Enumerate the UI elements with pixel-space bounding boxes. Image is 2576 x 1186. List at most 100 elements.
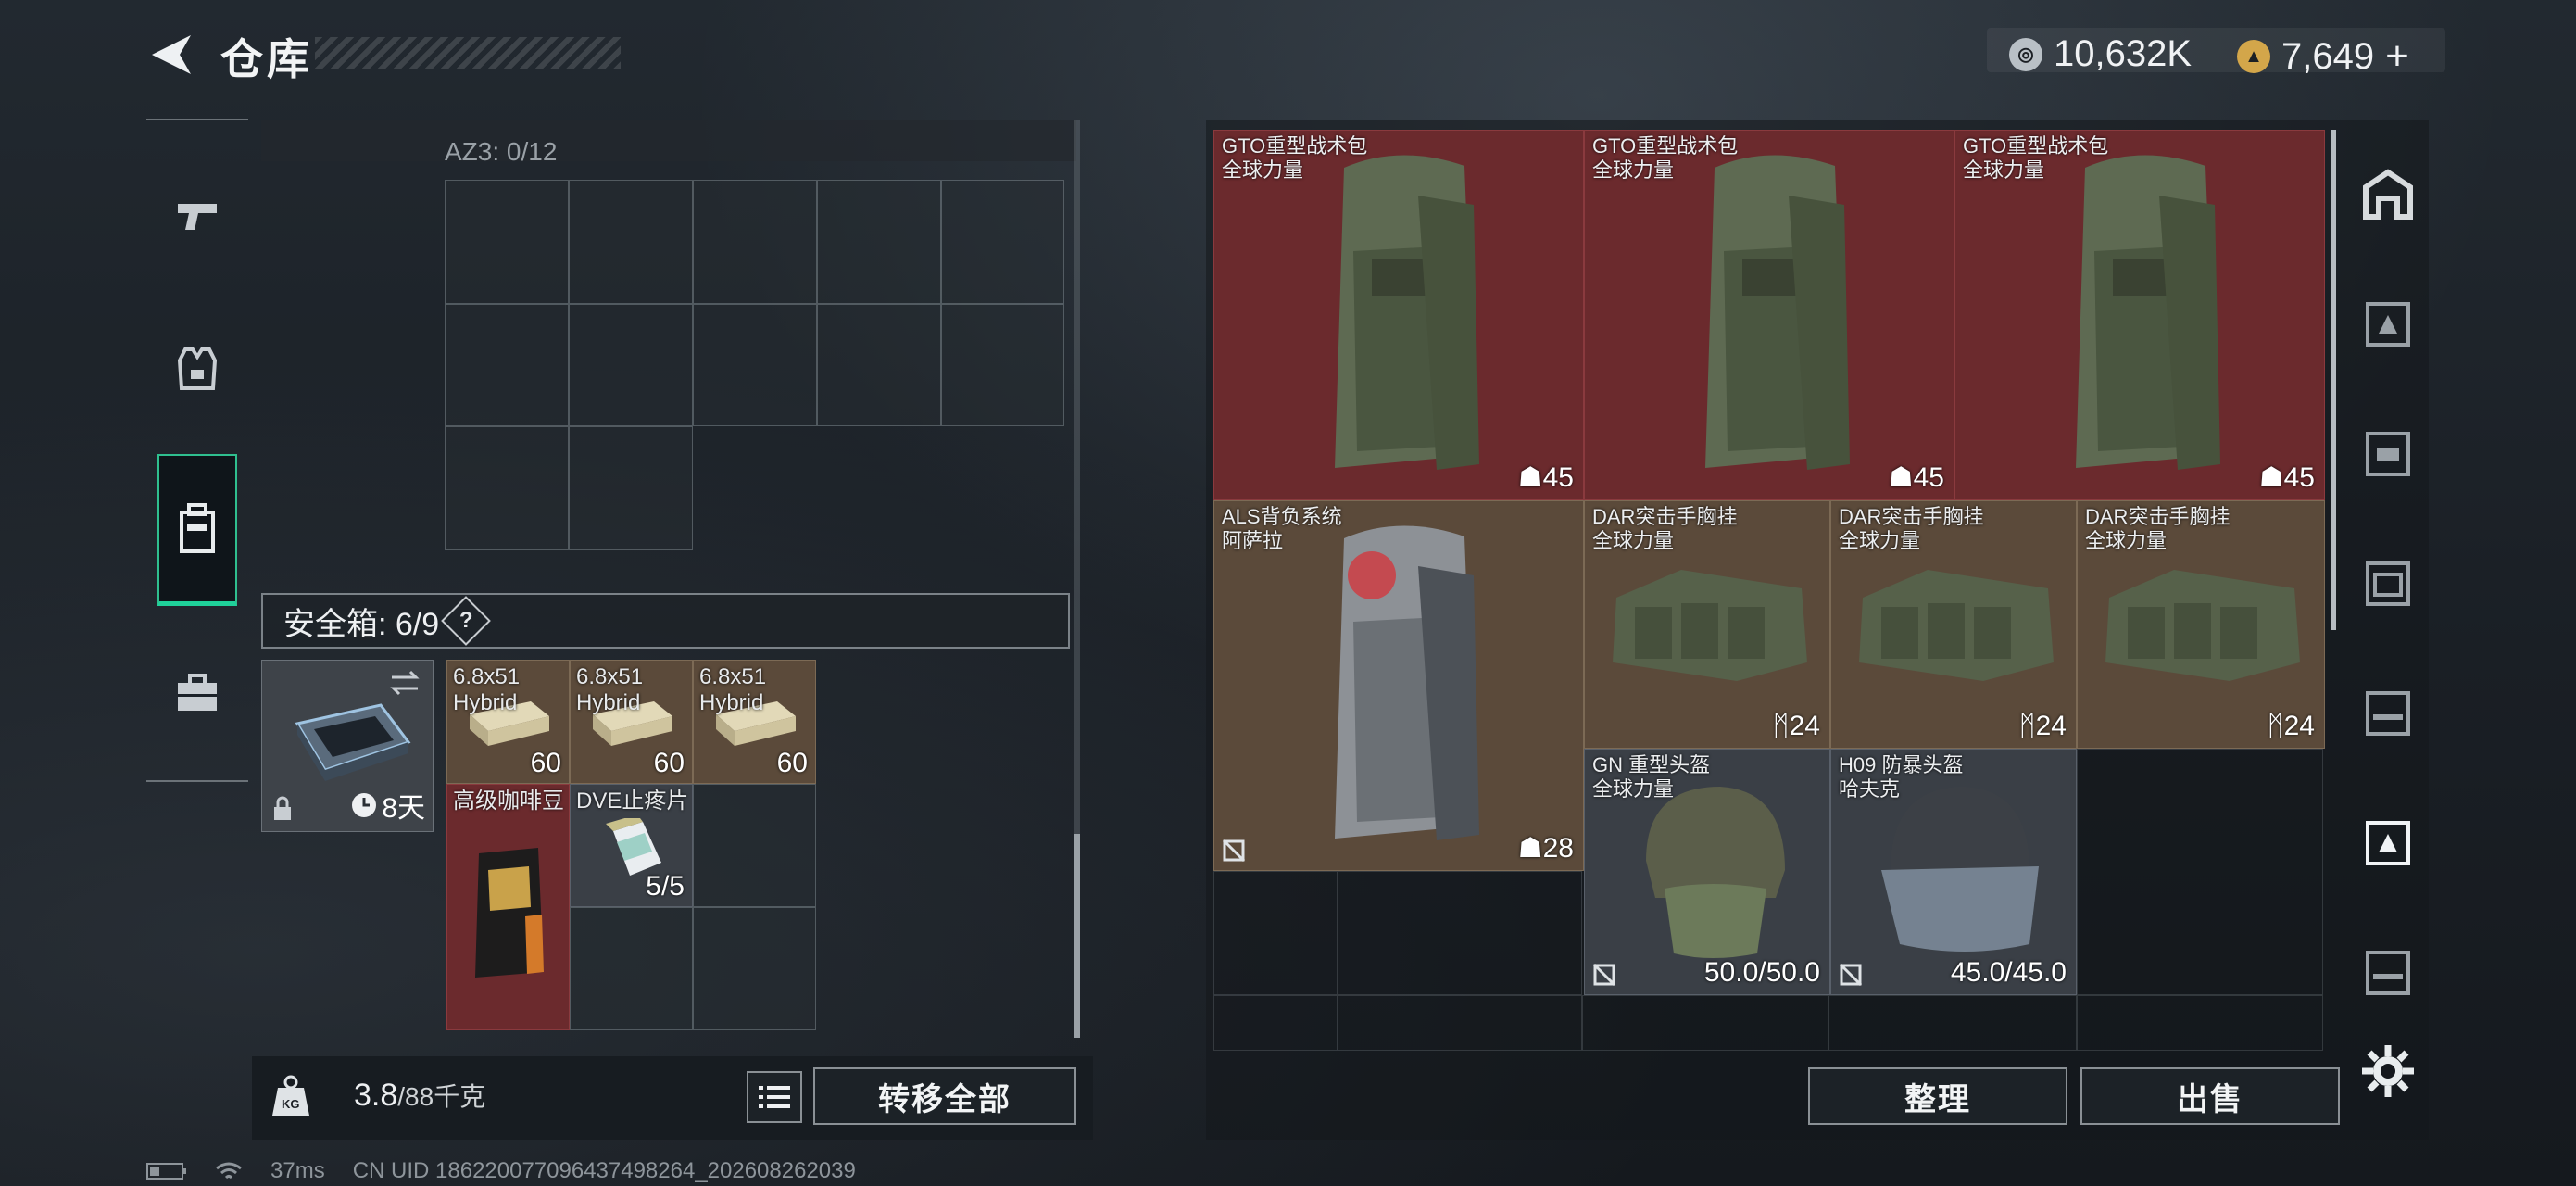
item-capacity: ☗45 (1888, 462, 1944, 493)
no-insure-icon (1839, 963, 1863, 987)
swap-icon[interactable] (388, 670, 421, 696)
helmet-image (1646, 787, 1785, 958)
stash-item-rig[interactable]: DAR突击手胸挂 全球力量 ᛗ24 (1584, 500, 1830, 749)
pistol-icon (178, 204, 217, 230)
transfer-all-button[interactable]: 转移全部 (813, 1067, 1076, 1125)
grid-slot[interactable] (693, 907, 816, 1030)
backpack-image (2076, 155, 2220, 470)
gold-coin-icon: ▲ (2237, 40, 2270, 73)
safe-case[interactable]: 8天 (261, 660, 434, 832)
painkiller-item[interactable]: DVE止疼片 5/5 (570, 784, 693, 907)
weight-icon: KG (272, 1075, 309, 1116)
tab-case[interactable] (146, 637, 248, 749)
scrollbar-thumb[interactable] (1074, 834, 1080, 1038)
help-icon[interactable]: ? (441, 596, 492, 646)
stash-item-backpack[interactable]: GTO重型战术包 全球力量 ☗45 (1584, 130, 1954, 500)
stash-page-1-icon[interactable] (2360, 296, 2416, 352)
vest-icon (177, 347, 218, 390)
item-name: 6.8x51 Hybrid (576, 664, 644, 715)
lock-icon (274, 796, 291, 820)
grid-slot[interactable] (817, 180, 941, 304)
timer-value: 8天 (382, 793, 425, 824)
grid-slot[interactable] (569, 426, 693, 550)
stash-page-3-icon[interactable] (2360, 556, 2416, 612)
page-title: 仓库 (220, 35, 313, 83)
timer: 8天 (350, 785, 425, 826)
organize-button[interactable]: 整理 (1808, 1067, 2067, 1125)
coffee-bag-image (475, 848, 544, 978)
clock-icon (352, 793, 377, 817)
svg-text:KG: KG (282, 1097, 300, 1111)
sell-button[interactable]: 出售 (2080, 1067, 2340, 1125)
ammo-item[interactable]: 6.8x51 Hybrid 60 (446, 660, 570, 784)
grid-slot[interactable] (569, 180, 693, 304)
stash-item-helmet[interactable]: H09 防暴头盔 哈夫克 45.0/45.0 (1830, 749, 2077, 995)
gold-currency[interactable]: ▲ 7,649 + (2237, 33, 2409, 80)
grid-slot[interactable] (445, 304, 569, 426)
item-capacity: ᛗ24 (2267, 711, 2315, 741)
stash-home-icon[interactable] (2360, 167, 2416, 222)
stash-item-backpack[interactable]: GTO重型战术包 全球力量 ☗45 (1954, 130, 2325, 500)
grid-slot[interactable] (570, 907, 693, 1030)
grid-slot[interactable] (693, 304, 817, 426)
gear-icon[interactable] (2360, 1043, 2416, 1099)
item-quantity: 60 (653, 748, 685, 778)
list-view-button[interactable] (747, 1071, 802, 1123)
grid-slot[interactable] (445, 426, 569, 550)
stash-page-5-icon[interactable] (2360, 815, 2416, 871)
back-arrow-icon[interactable] (146, 32, 195, 78)
helmet-image (1881, 787, 2039, 952)
item-name: H09 防暴头盔 哈夫克 (1839, 753, 1964, 801)
battery-icon (146, 1163, 186, 1180)
item-quantity: 5/5 (646, 871, 685, 902)
grid-slot[interactable] (2077, 995, 2323, 1051)
grid-slot[interactable] (817, 304, 941, 426)
ammo-item[interactable]: 6.8x51 Hybrid 60 (570, 660, 693, 784)
grid-slot[interactable] (941, 304, 1064, 426)
grid-slot[interactable] (1828, 995, 2077, 1051)
uid-text: CN UID 18622007709643749826​4_2026082620… (352, 1158, 856, 1183)
grid-slot[interactable] (1582, 995, 1828, 1051)
item-capacity: ☗45 (2258, 462, 2315, 493)
wifi-icon (216, 1162, 242, 1180)
ammo-item[interactable]: 6.8x51 Hybrid 60 (693, 660, 816, 784)
grid-slot[interactable] (693, 180, 817, 304)
stash-item-backpack[interactable]: ALS背负系统 阿萨拉 ☗28 (1213, 500, 1584, 871)
tab-weapons[interactable] (146, 159, 248, 271)
stash-page-6-icon[interactable] (2360, 945, 2416, 1001)
grid-slot[interactable] (2077, 749, 2323, 995)
stash-page-2-icon[interactable] (2360, 426, 2416, 482)
item-name: GTO重型战术包 全球力量 (1222, 134, 1368, 182)
coffee-item[interactable]: 高级咖啡豆 (446, 784, 570, 1030)
grid-slot[interactable] (1338, 871, 1582, 995)
grid-slot[interactable] (1338, 995, 1582, 1051)
tab-armor[interactable] (146, 313, 248, 424)
stash-page-4-icon[interactable] (2360, 686, 2416, 741)
stash-item-helmet[interactable]: GN 重型头盔 全球力量 50.0/50.0 (1584, 749, 1830, 995)
item-name: DAR突击手胸挂 全球力量 (1839, 505, 1984, 552)
grid-slot[interactable] (1213, 871, 1338, 995)
safe-box-label: 安全箱: 6/9 (283, 606, 440, 642)
silver-value: 10,632K (2054, 33, 2193, 74)
stash-page-rail (2334, 120, 2438, 1121)
grid-slot[interactable] (569, 304, 693, 426)
container-label: AZ3: 0/12 (445, 137, 558, 166)
item-name: 高级咖啡豆 (453, 789, 564, 814)
stash-item-backpack[interactable]: GTO重型战术包 全球力量 ☗45 (1213, 130, 1584, 500)
item-name: 6.8x51 Hybrid (453, 664, 521, 715)
item-name: DAR突击手胸挂 全球力量 (1592, 505, 1738, 552)
backpack-image (1335, 525, 1479, 840)
stash-item-rig[interactable]: DAR突击手胸挂 全球力量 ᛗ24 (2077, 500, 2325, 749)
grid-slot[interactable] (693, 784, 816, 907)
grid-slot[interactable] (941, 180, 1064, 304)
backpack-image (1705, 155, 1850, 470)
backpack-icon (180, 502, 215, 553)
grid-slot[interactable] (1213, 995, 1338, 1051)
item-name: DAR突击手胸挂 全球力量 (2085, 505, 2230, 552)
silver-coin-icon: ◎ (2009, 37, 2042, 71)
stash-item-rig[interactable]: DAR突击手胸挂 全球力量 ᛗ24 (1830, 500, 2077, 749)
grid-slot[interactable] (445, 180, 569, 304)
item-name: GTO重型战术包 全球力量 (1592, 134, 1739, 182)
tab-backpack[interactable] (157, 454, 237, 606)
add-currency-icon[interactable]: + (2385, 33, 2409, 80)
